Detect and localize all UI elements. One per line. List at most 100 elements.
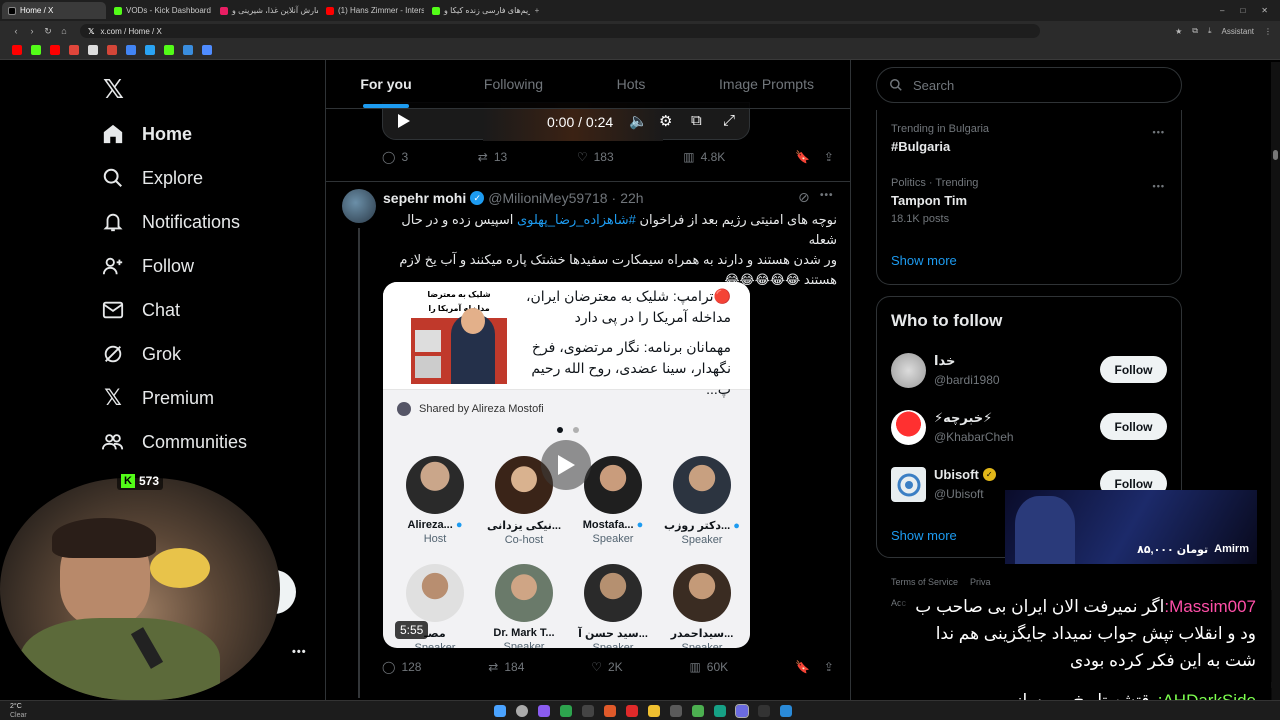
- avatar[interactable]: [891, 353, 926, 388]
- reply-button[interactable]: ◯ 128: [382, 660, 421, 674]
- follow-name[interactable]: Ubisoft: [934, 467, 979, 482]
- scrollbar-thumb[interactable]: [1273, 150, 1278, 160]
- youtube-bookmark-icon[interactable]: [12, 45, 22, 55]
- new-tab-button[interactable]: +: [530, 6, 544, 15]
- trend-item[interactable]: Trending in Bulgaria #Bulgaria: [891, 123, 989, 154]
- author-name[interactable]: sepehr mohi: [383, 190, 466, 206]
- weather-widget[interactable]: 2°C Clear: [10, 702, 27, 720]
- assistant-button[interactable]: Assistant: [1222, 27, 1254, 36]
- fullscreen-icon[interactable]: ⤢: [723, 112, 735, 129]
- x-logo-icon[interactable]: 𝕏: [103, 74, 124, 105]
- page-scrollbar[interactable]: [1271, 62, 1280, 700]
- speaker[interactable]: Dr. Mark T... Speaker: [484, 564, 564, 648]
- play-button[interactable]: [541, 440, 591, 490]
- carousel-dot[interactable]: [557, 427, 563, 433]
- app-icon[interactable]: [648, 705, 660, 717]
- author-handle[interactable]: @MilioniMey59718: [488, 190, 607, 206]
- url-field[interactable]: 𝕏 x.com / Home / X: [80, 24, 1040, 38]
- nav-communities[interactable]: Communities: [100, 429, 247, 455]
- footer-link[interactable]: Terms of Service: [891, 577, 958, 587]
- bookmark-icon[interactable]: [126, 45, 136, 55]
- speaker[interactable]: Alireza... ● Host: [395, 456, 475, 545]
- views-button[interactable]: ▥ 4.8K: [683, 150, 725, 164]
- app-icon[interactable]: [692, 705, 704, 717]
- bookmark-icon[interactable]: [202, 45, 212, 55]
- bookmark-icon[interactable]: [69, 45, 79, 55]
- app-icon[interactable]: [670, 705, 682, 717]
- bookmark-star-icon[interactable]: ★: [1175, 27, 1182, 36]
- share-icon[interactable]: ⇪: [824, 150, 834, 164]
- grok-icon[interactable]: ⊘: [798, 189, 810, 206]
- follow-name[interactable]: ⚡خبرچه⚡: [934, 410, 992, 426]
- carousel-dot[interactable]: [573, 427, 579, 433]
- share-icon[interactable]: ⇪: [824, 660, 834, 674]
- media-card[interactable]: شلیک به معترضا مداخله آمریکا را 🔴ترامپ: ش…: [383, 282, 750, 648]
- nav-grok[interactable]: Grok: [100, 341, 181, 367]
- nav-notifications[interactable]: Notifications: [100, 209, 240, 235]
- app-icon[interactable]: [626, 705, 638, 717]
- app-icon[interactable]: [560, 705, 572, 717]
- menu-icon[interactable]: ⋮: [1264, 27, 1272, 36]
- trend-item[interactable]: Politics · Trending Tampon Tim 18.1K pos…: [891, 177, 978, 225]
- more-icon[interactable]: •••: [1153, 127, 1165, 137]
- kick-bookmark-icon[interactable]: [164, 45, 174, 55]
- download-icon[interactable]: ⤓: [1208, 26, 1212, 36]
- follow-name[interactable]: خدا: [934, 353, 955, 369]
- app-icon[interactable]: [735, 704, 749, 718]
- tab-following[interactable]: Following: [446, 60, 581, 108]
- nav-chat[interactable]: Chat: [100, 297, 180, 323]
- settings-icon[interactable]: ⚙: [659, 112, 672, 130]
- more-icon[interactable]: •••: [1153, 181, 1165, 191]
- bookmark-icon[interactable]: [183, 45, 193, 55]
- show-more-link[interactable]: Show more: [891, 253, 957, 268]
- tab-hots[interactable]: Hots: [581, 60, 681, 108]
- extensions-icon[interactable]: ⧉: [1192, 26, 1198, 36]
- tab-for-you[interactable]: For you: [326, 60, 446, 108]
- start-icon[interactable]: [494, 705, 506, 717]
- app-icon[interactable]: [538, 705, 550, 717]
- ubisoft-logo-icon[interactable]: [891, 467, 926, 502]
- nav-explore[interactable]: Explore: [100, 165, 203, 191]
- browser-tab[interactable]: استریم‌های فارسی زنده کیکا و...: [426, 2, 530, 19]
- speaker[interactable]: سید حسن آ... Speaker: [573, 564, 653, 648]
- browser-tab[interactable]: VODs - Kick Dashboard: [108, 2, 212, 19]
- follow-button[interactable]: Follow: [1100, 413, 1167, 440]
- more-icon[interactable]: •••: [820, 190, 834, 201]
- kick-bookmark-icon[interactable]: [31, 45, 41, 55]
- home-button-icon[interactable]: ⌂: [56, 26, 72, 36]
- nav-follow[interactable]: Follow: [100, 253, 194, 279]
- speaker[interactable]: دکتر روزب... ● Speaker: [662, 456, 742, 546]
- browser-tab[interactable]: سفارش آنلاین غذا، شیرینی و...: [214, 2, 318, 19]
- like-button[interactable]: ♡ 183: [577, 150, 614, 164]
- bookmark-icon[interactable]: 🔖: [795, 150, 810, 164]
- app-icon[interactable]: [582, 705, 594, 717]
- show-more-link[interactable]: Show more: [891, 528, 957, 543]
- avatar[interactable]: [891, 410, 926, 445]
- volume-icon[interactable]: 🔈: [629, 112, 648, 130]
- repost-button[interactable]: ⇄ 13: [478, 150, 507, 164]
- nav-home[interactable]: Home: [100, 121, 192, 147]
- app-icon[interactable]: [780, 705, 792, 717]
- minimize-icon[interactable]: –: [1220, 6, 1224, 15]
- app-icon[interactable]: [714, 705, 726, 717]
- repost-button[interactable]: ⇄ 184: [488, 660, 524, 674]
- youtube-bookmark-icon[interactable]: [50, 45, 60, 55]
- tab-image-prompts[interactable]: Image Prompts: [681, 60, 850, 108]
- app-icon[interactable]: [604, 705, 616, 717]
- speaker[interactable]: سیداحمدر... Speaker: [662, 564, 742, 648]
- reload-icon[interactable]: ↻: [40, 26, 56, 37]
- search-input[interactable]: Search: [876, 67, 1182, 103]
- reply-button[interactable]: ◯ 3: [382, 150, 408, 164]
- search-icon[interactable]: [516, 705, 528, 717]
- bookmark-icon[interactable]: [145, 45, 155, 55]
- browser-tab[interactable]: Home / X: [2, 2, 106, 19]
- footer-link[interactable]: Priva: [970, 577, 991, 587]
- gmail-bookmark-icon[interactable]: [107, 45, 117, 55]
- post-time[interactable]: 22h: [620, 190, 643, 206]
- avatar[interactable]: [342, 189, 376, 223]
- app-icon[interactable]: [758, 705, 770, 717]
- pip-icon[interactable]: ⧉: [691, 112, 702, 129]
- like-button[interactable]: ♡ 2K: [591, 660, 622, 674]
- hashtag-link[interactable]: #شاهزاده_رضا_پهلوی: [517, 212, 636, 227]
- play-icon[interactable]: [395, 113, 411, 129]
